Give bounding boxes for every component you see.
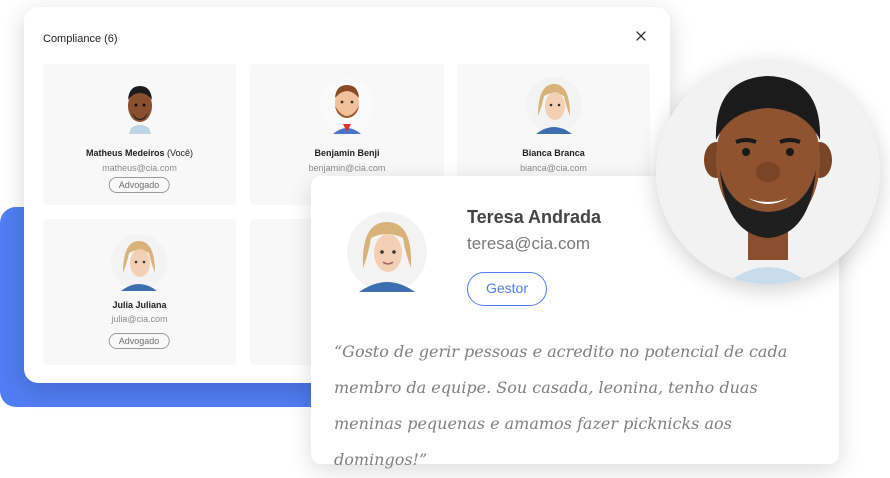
you-label: (Você) [167, 148, 194, 158]
featured-avatar [656, 60, 880, 284]
member-email: julia@cia.com [111, 314, 168, 324]
member-email: benjamin@cia.com [308, 163, 386, 173]
profile-avatar [347, 212, 427, 292]
profile-quote: “Gosto de gerir pessoas e acredito no po… [334, 342, 788, 469]
avatar-julia [111, 234, 167, 291]
profile-email: teresa@cia.com [467, 234, 591, 253]
member-name: Bianca Branca [522, 148, 585, 158]
member-name: Matheus Medeiros (Você) [43, 148, 236, 158]
member-email: matheus@cia.com [102, 163, 177, 173]
member-name: Julia Juliana [112, 300, 167, 310]
role-button[interactable]: Gestor [467, 272, 547, 306]
role-badge: Advogado [108, 333, 170, 349]
member-card-matheus[interactable]: Matheus Medeiros (Você) matheus@cia.com … [43, 64, 236, 205]
member-card-julia[interactable]: Julia Juliana julia@cia.com Advogado [43, 219, 236, 365]
close-button[interactable] [630, 25, 652, 47]
avatar-benjamin [320, 78, 374, 134]
modal-title: Compliance (6) [43, 33, 118, 45]
member-name: Benjamin Benji [314, 148, 380, 158]
close-icon [636, 31, 646, 41]
profile-name: Teresa Andrada [467, 207, 602, 227]
member-email: bianca@cia.com [520, 163, 587, 173]
avatar-illustration-icon [704, 76, 832, 284]
member-name-text: Matheus Medeiros [85, 148, 165, 158]
avatar-matheus [128, 86, 152, 134]
role-badge: Advogado [108, 177, 170, 193]
avatar-bianca [526, 77, 582, 134]
